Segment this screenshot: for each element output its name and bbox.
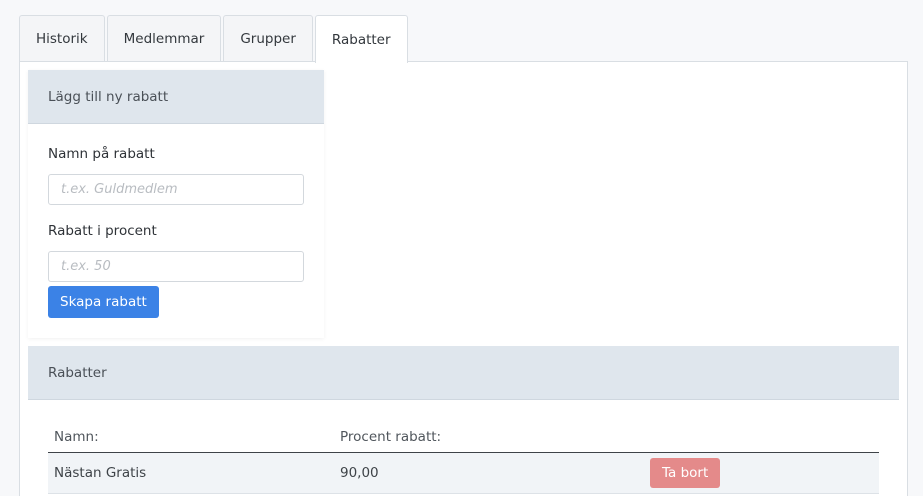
discount-name-input[interactable] [48, 174, 304, 205]
column-header-action [644, 422, 879, 453]
discounts-card-header: Rabatter [28, 346, 899, 400]
tab-bar: Historik Medlemmar Grupper Rabatter [19, 15, 410, 63]
tab-historik[interactable]: Historik [19, 15, 105, 62]
add-discount-card-header: Lägg till ny rabatt [28, 70, 324, 124]
discount-name-label: Namn på rabatt [48, 146, 155, 162]
create-discount-button[interactable]: Skapa rabatt [48, 286, 159, 318]
tab-grupper[interactable]: Grupper [223, 15, 313, 62]
delete-discount-button[interactable]: Ta bort [650, 457, 721, 488]
card-title: Lägg till ny rabatt [48, 88, 169, 105]
discounts-card: Rabatter Namn: Procent rabatt: Nästan Gr… [28, 346, 899, 496]
table-row: Nästan Gratis 90,00 Ta bort [48, 452, 879, 494]
discounts-table: Namn: Procent rabatt: Nästan Gratis 90,0… [48, 422, 879, 494]
tab-medlemmar[interactable]: Medlemmar [106, 15, 222, 62]
table-header-row: Namn: Procent rabatt: [48, 422, 879, 453]
tab-label: Historik [36, 31, 88, 47]
discount-action-cell: Ta bort [644, 452, 879, 494]
tab-label: Medlemmar [123, 31, 205, 47]
discount-percent-label: Rabatt i procent [48, 223, 157, 239]
discount-name-cell: Nästan Gratis [48, 452, 334, 494]
tab-rabatter[interactable]: Rabatter [314, 15, 408, 63]
tab-label: Grupper [240, 31, 296, 47]
column-header-percent: Procent rabatt: [334, 422, 644, 453]
tab-label: Rabatter [331, 31, 391, 48]
discount-percent-cell: 90,00 [334, 452, 644, 494]
card-title: Rabatter [48, 364, 107, 381]
discount-percent-input[interactable] [48, 251, 304, 282]
column-header-name: Namn: [48, 422, 334, 453]
add-discount-card: Lägg till ny rabatt Namn på rabatt Rabat… [28, 70, 324, 338]
